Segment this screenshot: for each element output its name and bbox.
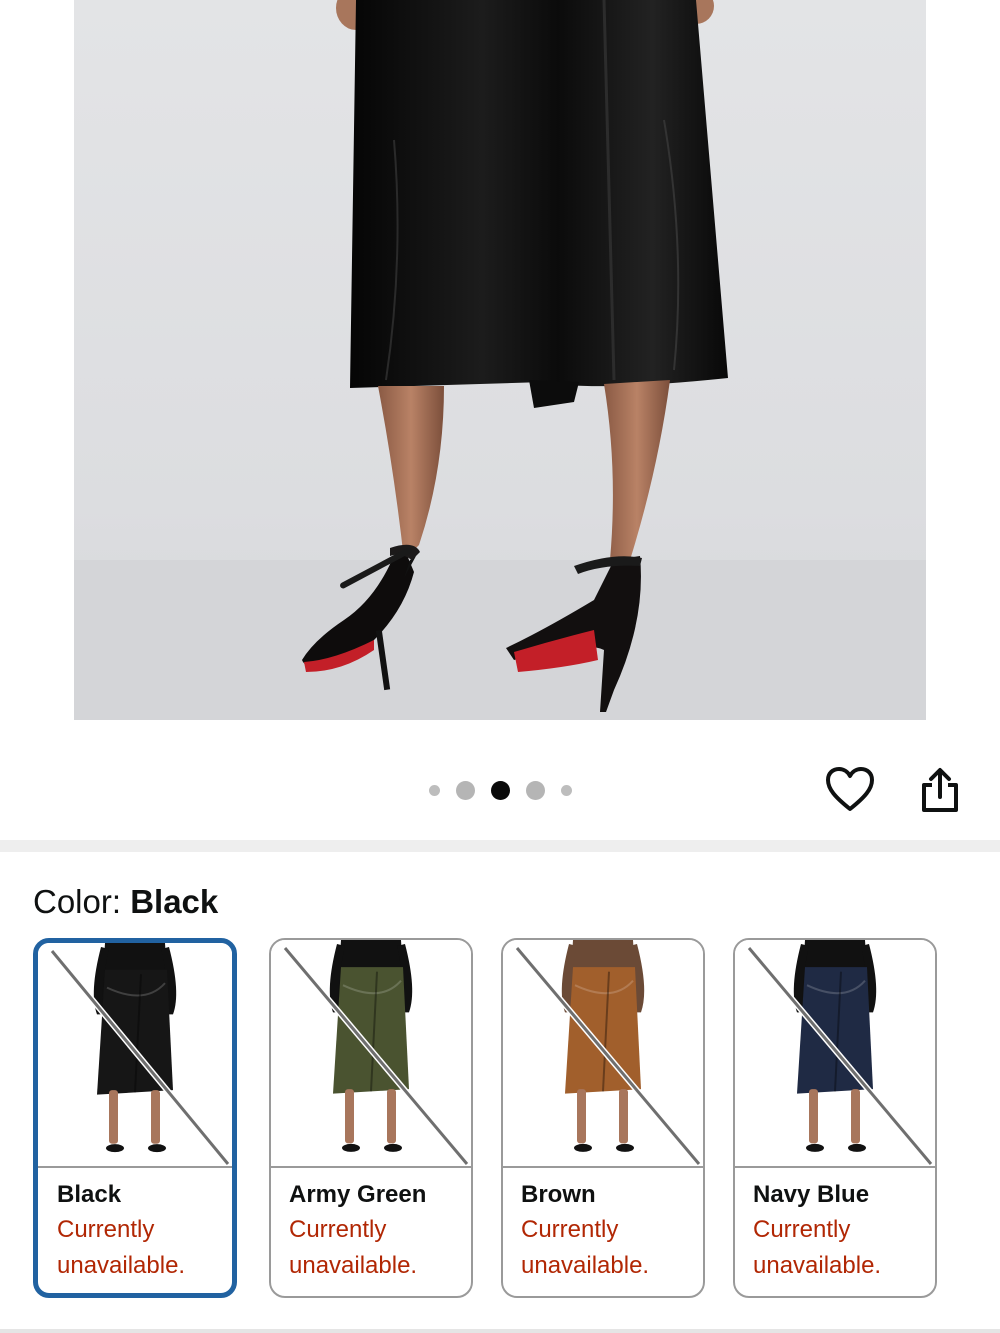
skirt-thumbnail-image: [746, 940, 934, 1166]
color-swatch-brown[interactable]: Brown Currently unavailable.: [501, 938, 705, 1298]
swatch-status: Currently unavailable.: [753, 1216, 882, 1279]
model-leg: [151, 1090, 160, 1144]
bottom-edge: [0, 1329, 1000, 1333]
model-shoe: [616, 1143, 634, 1152]
model-shoe: [806, 1143, 824, 1152]
skirt-thumbnail-image: [514, 940, 702, 1166]
share-icon: [922, 768, 958, 812]
model-shoe: [848, 1143, 866, 1152]
swatch-thumbnail: [735, 940, 935, 1168]
color-swatch-black[interactable]: Black Currently unavailable.: [33, 938, 237, 1298]
model-leg: [387, 1089, 396, 1144]
model-leg: [345, 1089, 354, 1144]
color-swatch-army-green[interactable]: Army Green Currently unavailable.: [269, 938, 473, 1298]
color-label: Color:: [33, 883, 122, 920]
product-image[interactable]: [74, 0, 926, 720]
pagination-dot[interactable]: [560, 784, 572, 796]
model-shoe: [342, 1143, 360, 1152]
swatch-status: Currently unavailable.: [521, 1216, 650, 1279]
model-shoe: [106, 1144, 124, 1153]
swatch-name: Brown: [521, 1181, 596, 1208]
model-shoe: [148, 1144, 166, 1153]
swatch-thumbnail: [271, 940, 471, 1168]
section-divider: [0, 840, 1000, 852]
pagination-dot[interactable]: [428, 784, 440, 796]
color-heading: Color: Black: [33, 882, 218, 922]
heart-icon: [826, 767, 874, 811]
pagination-dot[interactable]: [455, 780, 475, 800]
pagination-dot[interactable]: [525, 780, 545, 800]
model-shoe: [384, 1143, 402, 1152]
model-shoe: [574, 1143, 592, 1152]
model-leg: [109, 1090, 118, 1144]
swatch-status: Currently unavailable.: [289, 1216, 418, 1279]
color-swatch-navy-blue[interactable]: Navy Blue Currently unavailable.: [733, 938, 937, 1298]
pagination-dot-active[interactable]: [490, 780, 510, 800]
model-leg: [619, 1089, 628, 1144]
skirt-photo: [74, 0, 926, 720]
add-to-list-button[interactable]: [822, 762, 878, 818]
swatch-thumbnail: [503, 940, 703, 1168]
swatch-thumbnail: [38, 943, 232, 1168]
selected-color: Black: [130, 883, 219, 920]
swatch-status: Currently unavailable.: [57, 1216, 186, 1279]
share-button[interactable]: [912, 762, 968, 818]
swatch-name: Black: [57, 1181, 122, 1208]
model-leg: [851, 1089, 860, 1144]
swatch-name: Army Green: [289, 1181, 427, 1208]
model-leg: [809, 1089, 818, 1144]
skirt-thumbnail-image: [49, 943, 231, 1166]
model-leg: [577, 1089, 586, 1144]
skirt-thumbnail-image: [282, 940, 470, 1166]
swatch-name: Navy Blue: [753, 1181, 870, 1208]
